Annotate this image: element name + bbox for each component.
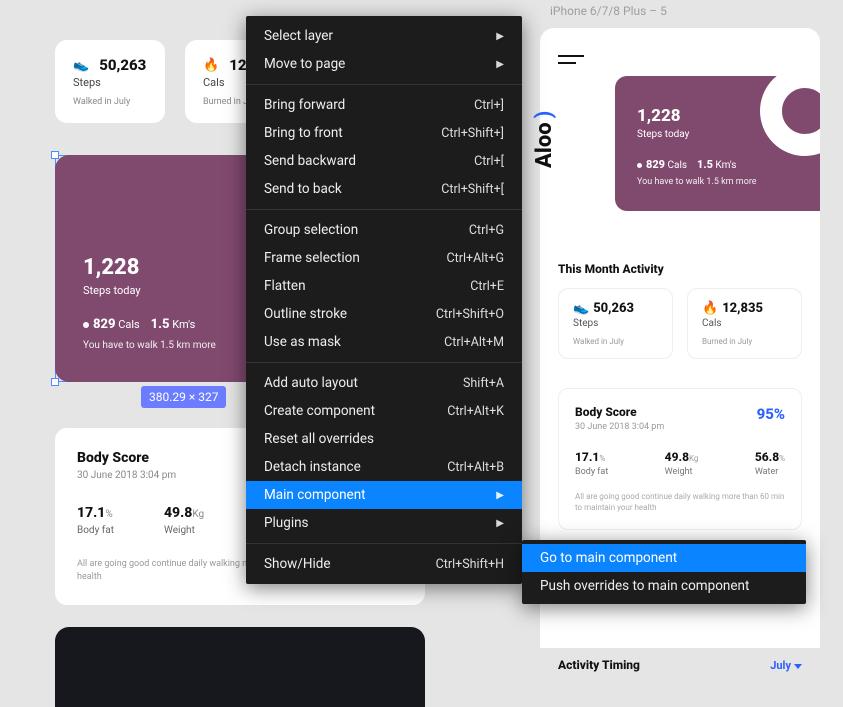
metric-weight: 49.8Kg Weight [164,505,204,536]
ctx-separator [246,84,522,85]
brand-label: Aloo) [532,111,557,168]
mini-body-msg: All are going good continue daily walkin… [575,491,785,513]
steps-label: Steps [73,76,147,89]
chevron-right-icon: ▶ [496,31,504,42]
body-pct: 95% [757,405,785,423]
ctx-bring-forward[interactable]: Bring forwardCtrl+] [246,91,522,119]
menu-icon[interactable] [558,55,584,64]
ctx-separator [246,209,522,210]
mini-metric-fat: 17.1% Body fat [575,450,608,477]
chevron-down-icon [794,659,802,672]
ctx-create-component[interactable]: Create componentCtrl+Alt+K [246,397,522,425]
ctx-move-to-page[interactable]: Move to page▶ [246,50,522,78]
mini-steps-card[interactable]: 👟50,263 Steps Walked in July [558,288,673,359]
context-menu[interactable]: Select layer▶ Move to page▶ Bring forwar… [246,16,522,584]
section-month-activity: This Month Activity [558,262,664,276]
mini-body-date: 30 June 2018 3:04 pm [575,422,785,432]
resize-handle-bl[interactable] [51,378,59,386]
context-submenu[interactable]: Go to main component Push overrides to m… [522,540,806,604]
mini-substats: 829 Cals 1.5 Km's [637,158,800,171]
fire-icon: 🔥 [702,301,718,316]
chevron-right-icon: ▶ [496,518,504,529]
ctx-reset-overrides[interactable]: Reset all overrides [246,425,522,453]
ctx-main-component[interactable]: Main component▶ [246,481,522,509]
selection-dimensions: 380.29 × 327 [141,386,226,408]
metric-body-fat: 17.1% Body fat [77,505,114,536]
ctx-plugins[interactable]: Plugins▶ [246,509,522,537]
ctx-add-auto-layout[interactable]: Add auto layoutShift+A [246,369,522,397]
ctx-frame-selection[interactable]: Frame selectionCtrl+Alt+G [246,244,522,272]
ctx-flatten[interactable]: FlattenCtrl+E [246,272,522,300]
steps-value: 50,263 [99,56,146,74]
mini-stats-row: 👟50,263 Steps Walked in July 🔥12,835 Cal… [558,288,802,359]
sub-push-overrides[interactable]: Push overrides to main component [522,572,806,600]
fire-icon: 🔥 [203,58,219,73]
ctx-bring-to-front[interactable]: Bring to frontCtrl+Shift+] [246,119,522,147]
mini-body-score-card[interactable]: 95% Body Score 30 June 2018 3:04 pm 17.1… [558,388,802,530]
month-picker[interactable]: July [770,659,802,672]
steps-sub: Walked in July [73,97,147,107]
mini-cals-card[interactable]: 🔥12,835 Cals Burned in July [687,288,802,359]
mini-metric-weight: 49.8Kg Weight [665,450,699,477]
ctx-send-to-back[interactable]: Send to backCtrl+Shift+[ [246,175,522,203]
ctx-show-hide[interactable]: Show/HideCtrl+Shift+H [246,550,522,578]
activity-timing-label: Activity Timing [558,658,640,672]
ctx-detach-instance[interactable]: Detach instanceCtrl+Alt+B [246,453,522,481]
steps-card[interactable]: 👟 50,263 Steps Walked in July [55,40,165,123]
mini-tip: You have to walk 1.5 km more [637,177,800,187]
ctx-group-selection[interactable]: Group selectionCtrl+G [246,216,522,244]
chevron-right-icon: ▶ [496,59,504,70]
ctx-send-backward[interactable]: Send backwardCtrl+[ [246,147,522,175]
ctx-separator [246,362,522,363]
mini-hero-card[interactable]: 1,228 Steps today 829 Cals 1.5 Km's You … [615,76,820,211]
mini-body-title: Body Score [575,405,785,419]
ctx-use-as-mask[interactable]: Use as maskCtrl+Alt+M [246,328,522,356]
shoe-icon: 👟 [573,301,589,316]
mini-circle-decor [760,76,820,156]
mini-metric-water: 56.8% Water [755,450,785,477]
ctx-outline-stroke[interactable]: Outline strokeCtrl+Shift+O [246,300,522,328]
resize-handle-tl[interactable] [51,151,59,159]
artboard-label[interactable]: iPhone 6/7/8 Plus – 5 [550,4,667,18]
ctx-select-layer[interactable]: Select layer▶ [246,22,522,50]
chevron-right-icon: ▶ [496,490,504,501]
sub-go-to-main[interactable]: Go to main component [522,544,806,572]
ctx-separator [246,543,522,544]
dark-card[interactable] [55,627,425,707]
activity-timing-row: Activity Timing July [558,658,802,672]
shoe-icon: 👟 [73,58,89,73]
